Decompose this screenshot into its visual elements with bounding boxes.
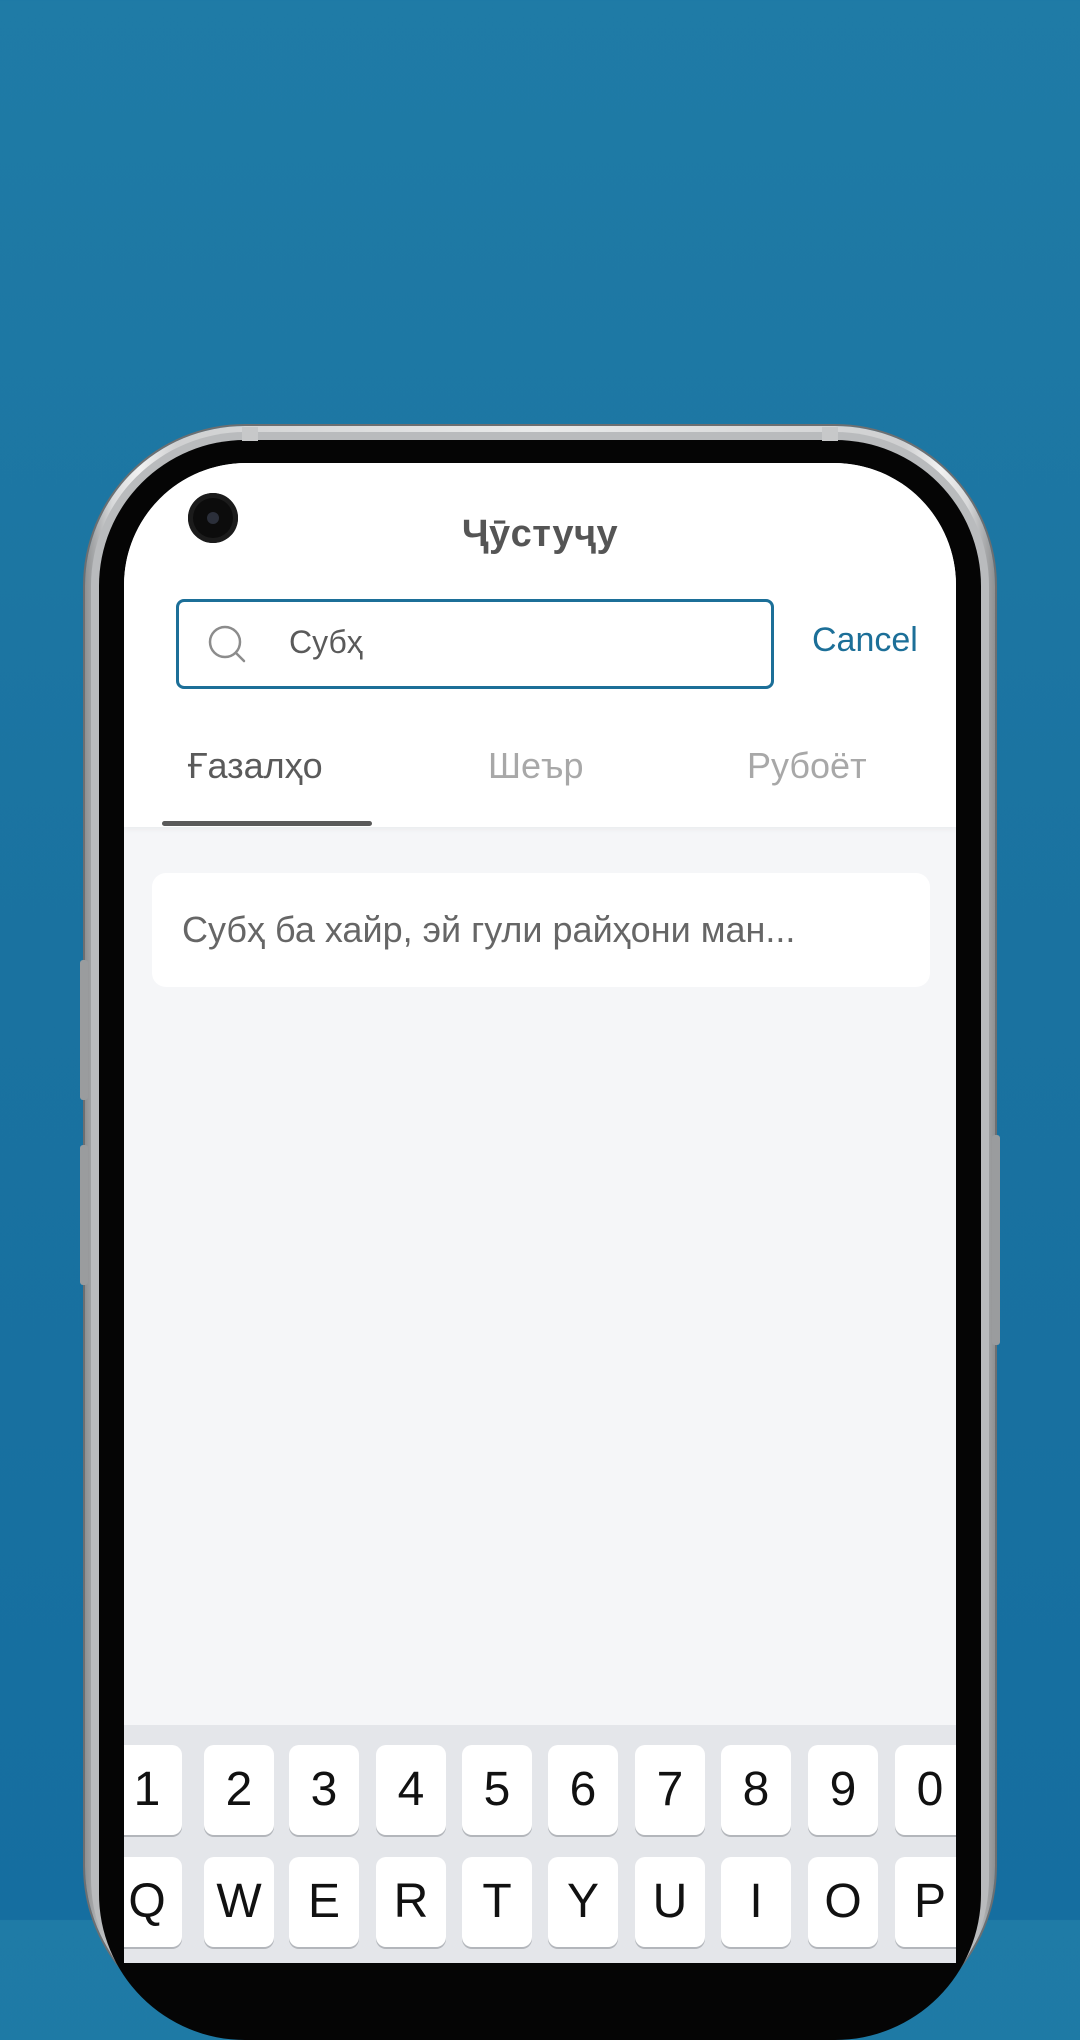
result-title: Субҳ ба хайр, эй гули райҳони ман... [182,909,796,950]
tab-poems[interactable]: Шеър [488,745,584,787]
key-y[interactable]: Y [548,1857,618,1947]
key-3[interactable]: 3 [289,1745,359,1835]
key-e[interactable]: E [289,1857,359,1947]
search-query[interactable]: Субҳ [289,624,363,661]
key-p[interactable]: P [895,1857,956,1947]
key-4[interactable]: 4 [376,1745,446,1835]
key-q[interactable]: Q [124,1857,182,1947]
volume-up-button [80,960,88,1100]
on-screen-keyboard: 1 2 3 4 5 6 7 8 9 0 Q W E R T Y U I O P [124,1725,956,1963]
list-item[interactable]: Субҳ ба хайр, эй гули райҳони ман... [152,873,930,987]
active-tab-indicator [162,821,372,826]
key-u[interactable]: U [635,1857,705,1947]
key-o[interactable]: O [808,1857,878,1947]
key-7[interactable]: 7 [635,1745,705,1835]
key-w[interactable]: W [204,1857,274,1947]
phone-screen: Ҷӯстуҷу Субҳ Cancel Ғазалҳо Шеър Рубоёт … [124,463,956,1963]
key-5[interactable]: 5 [462,1745,532,1835]
antenna-line [242,427,258,441]
cancel-button[interactable]: Cancel [812,621,918,660]
key-6[interactable]: 6 [548,1745,618,1835]
key-i[interactable]: I [721,1857,791,1947]
search-header: Ҷӯстуҷу Субҳ Cancel Ғазалҳо Шеър Рубоёт [124,463,956,827]
tab-ghazals[interactable]: Ғазалҳо [188,745,323,787]
key-0[interactable]: 0 [895,1745,956,1835]
key-2[interactable]: 2 [204,1745,274,1835]
page-title: Ҷӯстуҷу [461,513,619,555]
tab-rubaiyat[interactable]: Рубоёт [747,745,867,787]
search-icon [208,625,246,663]
key-t[interactable]: T [462,1857,532,1947]
search-input[interactable]: Субҳ [176,599,774,689]
key-8[interactable]: 8 [721,1745,791,1835]
key-r[interactable]: R [376,1857,446,1947]
key-9[interactable]: 9 [808,1745,878,1835]
key-1[interactable]: 1 [124,1745,182,1835]
volume-down-button [80,1145,88,1285]
antenna-line [822,427,838,441]
power-button [992,1135,1000,1345]
